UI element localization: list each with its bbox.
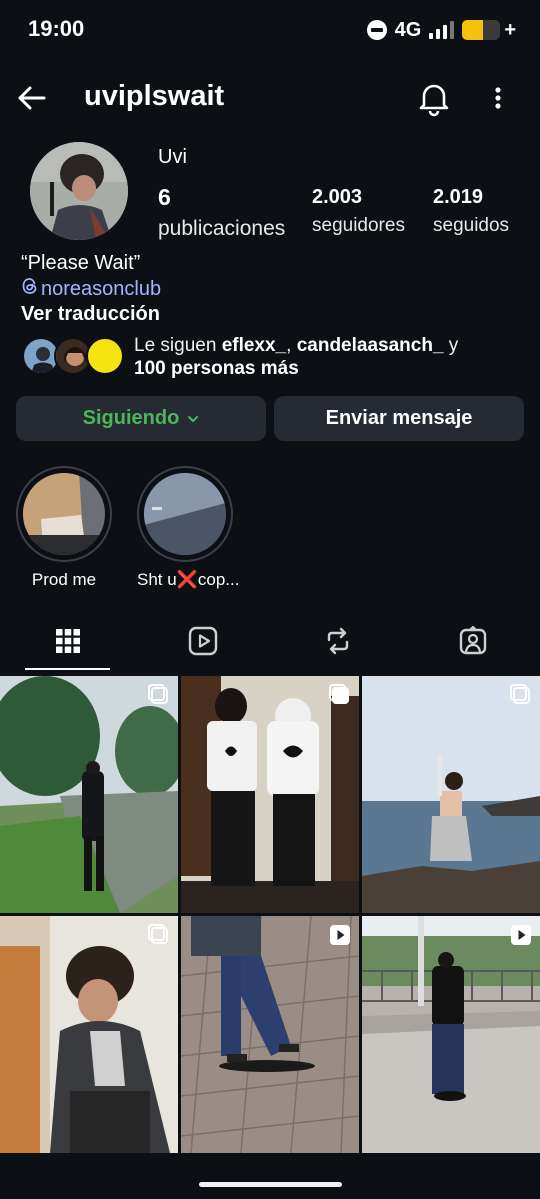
network-type: 4G bbox=[394, 18, 422, 41]
system-nav-bar bbox=[0, 1156, 540, 1199]
follower-name-2[interactable]: candelaasanch_ bbox=[297, 335, 444, 356]
highlight-cover bbox=[23, 473, 105, 555]
see-translation-link[interactable]: Ver traducción bbox=[21, 303, 160, 326]
tab-posts[interactable] bbox=[0, 614, 135, 672]
back-arrow-icon[interactable] bbox=[14, 78, 54, 118]
highlight-sht-u[interactable]: Sht u❌cop... bbox=[137, 466, 240, 590]
bio-text: “Please Wait” bbox=[21, 252, 141, 274]
followed-by-separator: , bbox=[286, 335, 297, 356]
following-button[interactable]: Siguiendo bbox=[16, 396, 266, 441]
stat-followers-label: seguidores bbox=[312, 215, 405, 236]
highlight-ring bbox=[16, 466, 112, 562]
stat-following-label: seguidos bbox=[433, 215, 510, 236]
chevron-down-icon bbox=[187, 407, 199, 430]
post-tile[interactable] bbox=[181, 676, 359, 913]
post-tile[interactable] bbox=[0, 916, 178, 1153]
post-tile[interactable] bbox=[181, 916, 359, 1153]
header-username: uviplswait bbox=[84, 80, 225, 112]
send-message-button[interactable]: Enviar mensaje bbox=[274, 396, 524, 441]
charging-icon: + bbox=[504, 18, 516, 41]
carousel-icon bbox=[148, 924, 170, 951]
profile-tabs bbox=[0, 614, 540, 674]
followed-by-and: y bbox=[443, 335, 459, 356]
followed-by-more[interactable]: 100 personas más bbox=[134, 358, 299, 379]
highlight-label: Sht u❌cop... bbox=[137, 570, 240, 589]
status-time: 19:00 bbox=[28, 16, 85, 41]
stat-following[interactable]: 2.019 seguidos bbox=[433, 186, 509, 237]
stat-posts-label: publicaciones bbox=[158, 217, 286, 240]
mutual-followers[interactable]: Le siguen eflexx_, candelaasanch_ y 100 p… bbox=[22, 333, 522, 379]
tagged-icon bbox=[458, 624, 488, 661]
highlight-prod-me[interactable]: Prod me bbox=[16, 466, 112, 590]
reel-icon bbox=[510, 924, 532, 951]
grid-icon bbox=[55, 628, 81, 659]
carousel-icon bbox=[148, 684, 170, 711]
post-tile[interactable] bbox=[362, 916, 540, 1153]
mutual-avatar-3 bbox=[86, 337, 124, 375]
battery-icon bbox=[462, 20, 501, 40]
home-gesture-handle[interactable] bbox=[199, 1182, 342, 1187]
status-icons: 4G + bbox=[366, 16, 516, 44]
reels-icon bbox=[188, 626, 218, 661]
stat-followers-value: 2.003 bbox=[312, 186, 363, 208]
stat-posts-value: 6 bbox=[158, 184, 171, 210]
stat-followers[interactable]: 2.003 seguidores bbox=[312, 186, 405, 237]
tab-reposts[interactable] bbox=[270, 614, 405, 672]
more-vertical-icon[interactable] bbox=[480, 78, 516, 118]
post-tile[interactable] bbox=[362, 676, 540, 913]
stat-following-value: 2.019 bbox=[433, 186, 484, 208]
signal-icon bbox=[429, 21, 455, 39]
carousel-icon bbox=[329, 684, 351, 711]
bell-icon[interactable] bbox=[414, 78, 454, 118]
reel-icon bbox=[329, 924, 351, 951]
carousel-icon bbox=[510, 684, 532, 711]
highlight-label: Prod me bbox=[31, 570, 97, 589]
follower-name-1[interactable]: eflexx_ bbox=[222, 335, 286, 356]
post-tile[interactable] bbox=[0, 676, 178, 913]
highlight-ring bbox=[137, 466, 233, 562]
reposts-icon bbox=[323, 626, 353, 661]
status-bar: 19:00 4G + bbox=[0, 0, 540, 60]
profile-avatar[interactable] bbox=[30, 142, 128, 240]
tab-tagged[interactable] bbox=[405, 614, 540, 672]
battery-fill bbox=[462, 20, 484, 40]
followed-by-prefix: Le siguen bbox=[134, 335, 222, 356]
highlight-cover bbox=[144, 473, 226, 555]
threads-icon bbox=[21, 277, 39, 301]
threads-link-label: noreasonclub bbox=[41, 277, 162, 300]
profile-header: uviplswait bbox=[0, 70, 540, 126]
send-message-label: Enviar mensaje bbox=[325, 407, 473, 429]
tab-reels[interactable] bbox=[135, 614, 270, 672]
mutual-followers-text: Le siguen eflexx_, candelaasanch_ y 100 p… bbox=[134, 334, 524, 380]
following-button-label: Siguiendo bbox=[82, 407, 180, 429]
display-name: Uvi bbox=[158, 146, 187, 168]
do-not-disturb-icon bbox=[366, 20, 387, 40]
stat-posts[interactable]: 6 publicaciones bbox=[158, 184, 285, 241]
threads-link[interactable]: noreasonclub bbox=[21, 277, 161, 301]
